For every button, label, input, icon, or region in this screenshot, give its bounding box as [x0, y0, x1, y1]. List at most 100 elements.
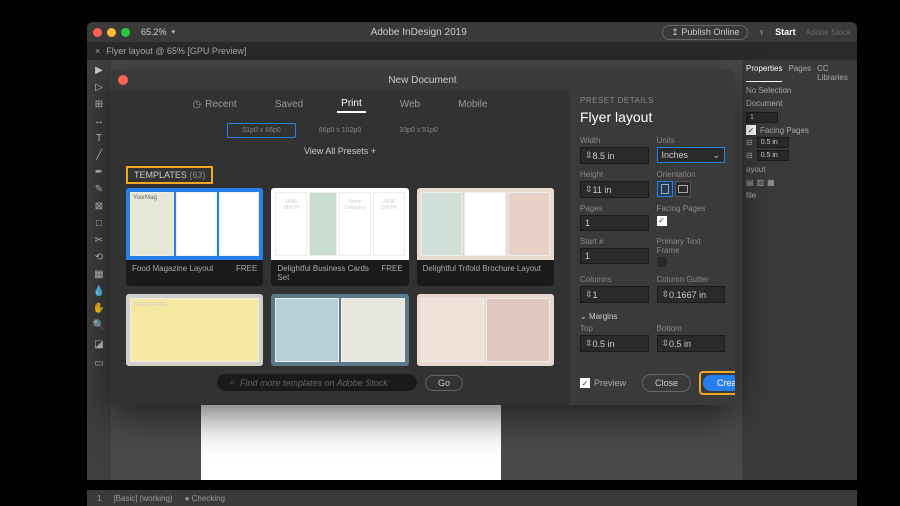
- scissors-tool-icon[interactable]: ✂: [89, 232, 109, 248]
- traffic-min[interactable]: [107, 28, 116, 37]
- dialog-close-icon[interactable]: [118, 75, 128, 85]
- clock-icon: ◷: [192, 99, 201, 110]
- hand-tool-icon[interactable]: ✋: [89, 300, 109, 316]
- selection-tool-icon[interactable]: ▶: [89, 62, 109, 78]
- close-button[interactable]: Close: [642, 374, 691, 392]
- template-thumbnail: [271, 294, 408, 366]
- template-card[interactable]: Delightful Trifold Brochure Layout: [417, 188, 554, 286]
- traffic-close[interactable]: [93, 28, 102, 37]
- template-thumbnail: [417, 294, 554, 366]
- screen-mode-icon[interactable]: ▭: [89, 355, 109, 371]
- tab-print[interactable]: Print: [337, 96, 366, 113]
- rectangle-tool-icon[interactable]: □: [89, 215, 109, 231]
- create-button[interactable]: Create: [703, 375, 735, 391]
- bottom-margin-label: Bottom: [657, 324, 726, 333]
- toolbar: ▶ ▷ ⊞ ↔ T ╱ ✒ ✎ ⊠ □ ✂ ⟲ ▦ 💧 ✋ 🔍 ◪ ▭: [87, 60, 111, 480]
- zoom-tool-icon[interactable]: 🔍: [89, 317, 109, 333]
- bottom-margin-input[interactable]: ⇳ 0.5 in: [657, 335, 726, 352]
- primary-frame-label: Primary Text Frame: [657, 237, 726, 255]
- facing-pages-label: Facing Pages: [760, 126, 809, 135]
- width-label: Width: [580, 136, 649, 145]
- pen-tool-icon[interactable]: ✒: [89, 164, 109, 180]
- tab-saved[interactable]: Saved: [271, 96, 307, 113]
- align-icon[interactable]: ▥: [757, 178, 765, 187]
- template-card[interactable]: [417, 294, 554, 366]
- create-highlight: Create: [699, 371, 735, 395]
- direct-selection-tool-icon[interactable]: ▷: [89, 79, 109, 95]
- start-button[interactable]: Start: [775, 27, 796, 37]
- tab-mobile[interactable]: Mobile: [454, 96, 491, 113]
- cclib-tab[interactable]: CC Libraries: [817, 64, 853, 82]
- eyedropper-tool-icon[interactable]: 💧: [89, 283, 109, 299]
- columns-input[interactable]: ⇳ 1: [580, 286, 649, 303]
- traffic-max[interactable]: [121, 28, 130, 37]
- template-name: Delightful Business Cards Set: [277, 264, 381, 282]
- file-section: file: [746, 191, 853, 200]
- preset-item[interactable]: 66p0 x 102p0: [304, 123, 376, 138]
- rectangle-frame-tool-icon[interactable]: ⊠: [89, 198, 109, 214]
- top-margin-label: Top: [580, 324, 649, 333]
- type-tool-icon[interactable]: T: [89, 130, 109, 146]
- landscape-button[interactable]: [675, 181, 691, 197]
- template-card[interactable]: [271, 294, 408, 366]
- w-value[interactable]: 0.5 in: [757, 137, 789, 148]
- template-card[interactable]: YourMag Food Magazine LayoutFREE: [126, 188, 263, 286]
- fill-stroke-icon[interactable]: ◪: [89, 334, 109, 354]
- width-input[interactable]: ⇳ 8.5 in: [580, 147, 649, 164]
- pages-count-input[interactable]: 1: [746, 112, 778, 123]
- selection-status: No Selection: [746, 86, 853, 95]
- pages-input[interactable]: 1: [580, 215, 649, 231]
- view-all-presets[interactable]: View All Presets +: [110, 142, 570, 160]
- chevron-down-icon[interactable]: ⌄: [580, 312, 587, 321]
- template-search-input[interactable]: ⌕Find more templates on Adobe Stock: [217, 374, 417, 391]
- preflight-profile[interactable]: [Basic] (working): [113, 494, 172, 503]
- tab-close-icon[interactable]: ×: [95, 46, 100, 56]
- stock-search[interactable]: Adobe Stock: [806, 28, 851, 37]
- pages-tab[interactable]: Pages: [788, 64, 811, 82]
- document-tab[interactable]: Flyer layout @ 65% [GPU Preview]: [106, 46, 246, 56]
- gutter-input[interactable]: ⇳ 0.1667 in: [657, 286, 726, 303]
- transform-tool-icon[interactable]: ⟲: [89, 249, 109, 265]
- margins-label: Margins: [589, 312, 617, 321]
- tab-web[interactable]: Web: [396, 96, 424, 113]
- primary-frame-checkbox[interactable]: [657, 257, 667, 267]
- go-button[interactable]: Go: [425, 375, 463, 391]
- help-icon[interactable]: ♀: [758, 27, 765, 37]
- facing-checkbox[interactable]: ✓: [657, 216, 667, 226]
- category-tabs: ◷Recent Saved Print Web Mobile: [110, 90, 570, 119]
- portrait-button[interactable]: [657, 181, 673, 197]
- page-tool-icon[interactable]: ⊞: [89, 96, 109, 112]
- gutter-label: Column Gutter: [657, 275, 726, 284]
- start-input[interactable]: 1: [580, 248, 649, 264]
- templates-header: TEMPLATES (63): [126, 166, 213, 184]
- template-card[interactable]: JANE SMITHNameCompanyJANESMITH Delightfu…: [271, 188, 408, 286]
- preview-checkbox[interactable]: ✓: [580, 378, 590, 388]
- properties-tab[interactable]: Properties: [746, 64, 782, 82]
- h-value[interactable]: 0.5 in: [757, 150, 789, 161]
- preset-details-label: PRESET DETAILS: [580, 96, 725, 105]
- preset-name-input[interactable]: Flyer layout: [580, 109, 725, 125]
- preview-label: Preview: [594, 378, 626, 388]
- template-card[interactable]: BRAND NAME: [126, 294, 263, 366]
- align-icon[interactable]: ▤: [746, 178, 754, 187]
- app-title: Adobe InDesign 2019: [180, 27, 657, 38]
- zoom-level[interactable]: 65.2%: [141, 27, 167, 37]
- preset-item[interactable]: 33p0 x 51p0: [384, 123, 453, 138]
- template-thumbnail: [417, 188, 554, 260]
- units-select[interactable]: Inches ⌄: [657, 147, 726, 163]
- top-margin-input[interactable]: ⇳ 0.5 in: [580, 335, 649, 352]
- gap-tool-icon[interactable]: ↔: [89, 113, 109, 129]
- facing-pages-checkbox[interactable]: ✓: [746, 125, 756, 135]
- height-input[interactable]: ⇳ 11 in: [580, 181, 649, 198]
- zoom-dropdown-icon[interactable]: ▾: [172, 28, 176, 36]
- tab-recent[interactable]: ◷Recent: [188, 96, 240, 113]
- publish-online-button[interactable]: ↥ Publish Online: [662, 25, 748, 40]
- template-thumbnail: YourMag: [126, 188, 263, 260]
- pencil-tool-icon[interactable]: ✎: [89, 181, 109, 197]
- line-tool-icon[interactable]: ╱: [89, 147, 109, 163]
- template-name: Delightful Trifold Brochure Layout: [423, 264, 541, 273]
- gradient-tool-icon[interactable]: ▦: [89, 266, 109, 282]
- align-icon[interactable]: ▦: [767, 178, 775, 187]
- preset-item[interactable]: 51p0 x 66p0: [227, 123, 296, 138]
- page-number[interactable]: 1: [97, 494, 101, 503]
